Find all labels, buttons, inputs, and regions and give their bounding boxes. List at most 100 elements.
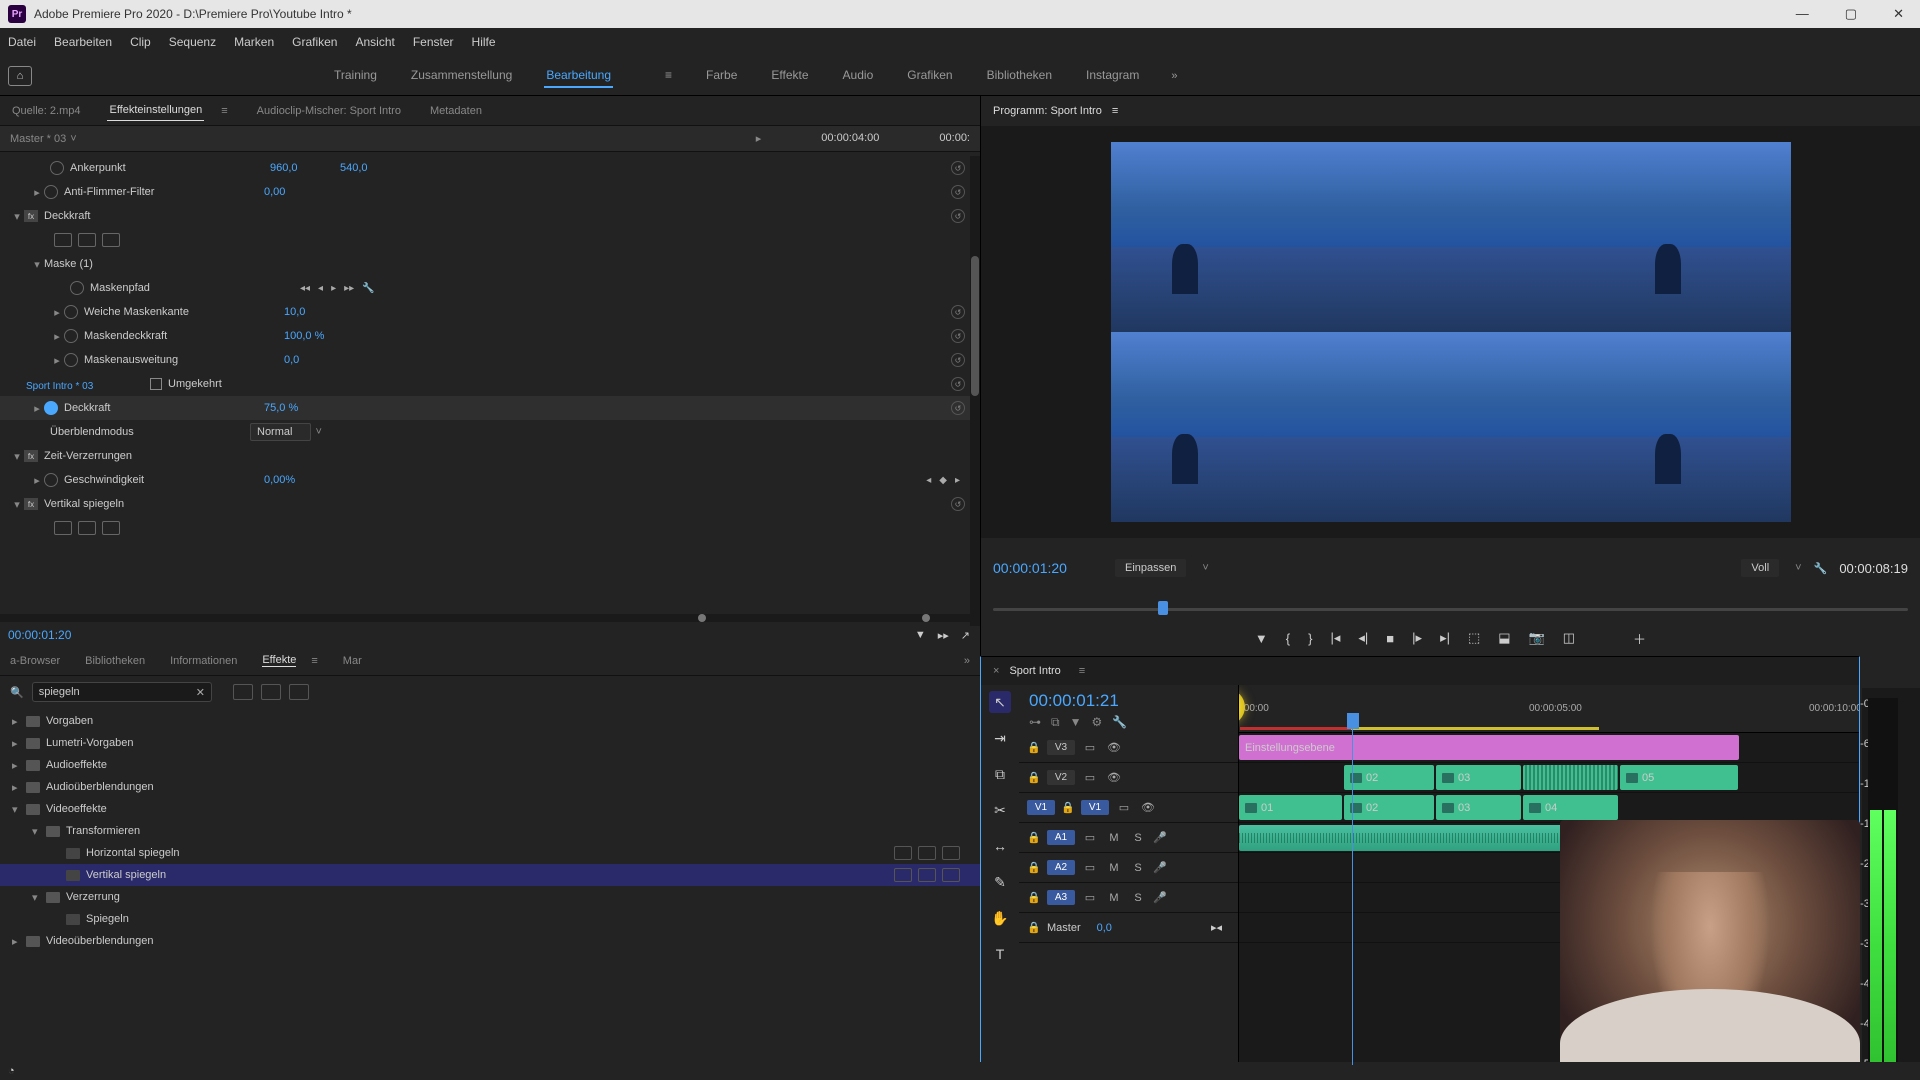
razor-tool-icon[interactable]: ✂ <box>989 799 1011 821</box>
type-tool-icon[interactable]: T <box>989 943 1011 965</box>
ws-farbe[interactable]: Farbe <box>704 64 739 88</box>
track-v2[interactable]: V2 <box>1047 770 1075 785</box>
tab-menu-icon[interactable]: ≡ <box>311 655 317 667</box>
extract-icon[interactable]: ⬓ <box>1498 630 1510 646</box>
ws-training[interactable]: Training <box>332 64 379 88</box>
checkbox-umgekehrt[interactable] <box>150 378 162 390</box>
menu-sequenz[interactable]: Sequenz <box>169 35 216 49</box>
minimize-button[interactable]: — <box>1788 4 1817 24</box>
selection-tool-icon[interactable]: ↖ <box>989 691 1011 713</box>
twirl-icon[interactable]: ▸ <box>12 759 26 772</box>
add-marker-icon[interactable]: ▼ <box>1255 631 1268 646</box>
tab-metadaten[interactable]: Metadaten <box>428 101 484 121</box>
chevron-down-icon[interactable]: ˅ <box>315 426 321 438</box>
home-icon[interactable]: ⌂ <box>8 66 32 86</box>
track-target-v1[interactable]: V1 <box>1027 800 1055 815</box>
twirl-icon[interactable]: ▸ <box>12 935 26 948</box>
step-back-icon[interactable]: ◂| <box>1358 630 1368 646</box>
wrench-icon[interactable]: 🔧 <box>1814 562 1828 575</box>
twirl-icon[interactable]: ▾ <box>32 825 46 838</box>
solo-toggle[interactable]: S <box>1129 892 1147 904</box>
comp-view-icon[interactable]: ◫ <box>1563 630 1575 646</box>
toggle-output-icon[interactable]: ▭ <box>1081 861 1099 874</box>
lock-icon[interactable]: 🔒 <box>1061 801 1075 814</box>
toggle-output-icon[interactable]: ▭ <box>1081 831 1099 844</box>
lock-icon[interactable]: 🔒 <box>1027 741 1041 754</box>
ec-clip[interactable]: Sport Intro * 03 <box>20 128 99 644</box>
step-fwd-icon[interactable]: |▸ <box>1412 630 1422 646</box>
button-editor-icon[interactable]: ＋ <box>1633 629 1646 648</box>
track-a3[interactable]: A3 <box>1047 890 1075 905</box>
program-monitor[interactable] <box>981 126 1920 538</box>
reset-icon[interactable]: ↺ <box>951 377 965 391</box>
tab-menu-icon[interactable]: ≡ <box>1079 665 1085 677</box>
tree-item[interactable]: ▾Verzerrung <box>0 886 980 908</box>
menu-ansicht[interactable]: Ansicht <box>355 35 394 49</box>
slip-tool-icon[interactable]: ↔ <box>989 835 1011 857</box>
reset-icon[interactable]: ↺ <box>951 185 965 199</box>
mic-icon[interactable]: 🎤 <box>1153 831 1167 844</box>
kf-next-icon[interactable]: ▸ <box>955 475 960 486</box>
tab-mar[interactable]: Mar <box>343 655 362 667</box>
tree-item[interactable]: ▸Lumetri-Vorgaben <box>0 732 980 754</box>
tab-quelle[interactable]: Quelle: 2.mp4 <box>10 101 82 121</box>
twirl-icon[interactable]: ▾ <box>32 891 46 904</box>
program-tc[interactable]: 00:00:01:20 <box>993 560 1103 576</box>
twirl-icon[interactable]: ▸ <box>12 781 26 794</box>
playhead[interactable] <box>1158 601 1168 615</box>
tabs-overflow-icon[interactable]: » <box>964 655 970 667</box>
toggle-eye-icon[interactable]: 👁 <box>1105 771 1123 784</box>
track-a1[interactable]: A1 <box>1047 830 1075 845</box>
toggle-output-icon[interactable]: ▭ <box>1081 771 1099 784</box>
tab-effekte[interactable]: Effekte <box>262 654 296 667</box>
tree-item[interactable]: Spiegeln <box>0 908 980 930</box>
menu-datei[interactable]: Datei <box>8 35 36 49</box>
mark-in-icon[interactable]: { <box>1286 631 1290 646</box>
ws-effekte[interactable]: Effekte <box>769 64 810 88</box>
tree-item[interactable]: ▸Vorgaben <box>0 710 980 732</box>
ws-audio[interactable]: Audio <box>841 64 876 88</box>
lock-icon[interactable]: 🔒 <box>1027 891 1041 904</box>
tab-menu-icon[interactable]: ≡ <box>1112 105 1118 117</box>
export-frame-icon[interactable]: 📷 <box>1529 630 1545 646</box>
track-select-tool-icon[interactable]: ⇥ <box>989 727 1011 749</box>
preset-icon-2[interactable] <box>261 684 281 700</box>
mark-out-icon[interactable]: } <box>1308 631 1312 646</box>
blendmode-select[interactable]: Normal <box>250 423 311 441</box>
solo-toggle[interactable]: S <box>1129 832 1147 844</box>
tree-item[interactable]: Horizontal spiegeln <box>0 842 980 864</box>
lane-v1[interactable]: 01 02 03 04 <box>1239 793 1859 823</box>
toggle-eye-icon[interactable]: 👁 <box>1139 801 1157 814</box>
lock-icon[interactable]: 🔒 <box>1027 831 1041 844</box>
menu-fenster[interactable]: Fenster <box>413 35 454 49</box>
ec-hscroll[interactable] <box>0 614 970 622</box>
tree-item[interactable]: Vertikal spiegeln <box>0 864 980 886</box>
export-icon[interactable]: ↗ <box>961 629 970 642</box>
lock-icon[interactable]: 🔒 <box>1027 921 1041 934</box>
lane-v3[interactable]: Einstellungsebene <box>1239 733 1859 763</box>
kf-prev-icon[interactable]: ◂ <box>926 475 931 486</box>
menu-clip[interactable]: Clip <box>130 35 151 49</box>
track-a2[interactable]: A2 <box>1047 860 1075 875</box>
go-in-icon[interactable]: |◂ <box>1330 630 1340 646</box>
ec-play-icon[interactable]: ▸ <box>756 132 762 145</box>
mic-icon[interactable]: 🎤 <box>1153 891 1167 904</box>
kf-next-icon[interactable]: ▸▸ <box>344 283 354 294</box>
kf-prev1-icon[interactable]: ◂ <box>318 283 323 294</box>
reset-icon[interactable]: ↺ <box>951 161 965 175</box>
preset-icon-3[interactable] <box>289 684 309 700</box>
reset-icon[interactable]: ↺ <box>951 305 965 319</box>
maximize-button[interactable]: ▢ <box>1837 4 1865 24</box>
mute-toggle[interactable]: M <box>1105 862 1123 874</box>
pen-mask-icon[interactable] <box>102 521 120 535</box>
program-scrubber[interactable] <box>993 598 1908 620</box>
tab-effekteinstellungen[interactable]: Effekteinstellungen <box>107 100 204 121</box>
track-v3[interactable]: V3 <box>1047 740 1075 755</box>
lock-icon[interactable]: 🔒 <box>1027 861 1041 874</box>
ws-menu-icon[interactable]: ≡ <box>663 64 674 88</box>
lock-icon[interactable]: 🔒 <box>1027 771 1041 784</box>
tab-menu-icon[interactable]: ≡ <box>219 101 229 121</box>
master-meter-icon[interactable]: ▸◂ <box>1211 921 1222 934</box>
tree-item[interactable]: ▸Videoüberblendungen <box>0 930 980 952</box>
ws-bearbeitung[interactable]: Bearbeitung <box>544 64 613 88</box>
